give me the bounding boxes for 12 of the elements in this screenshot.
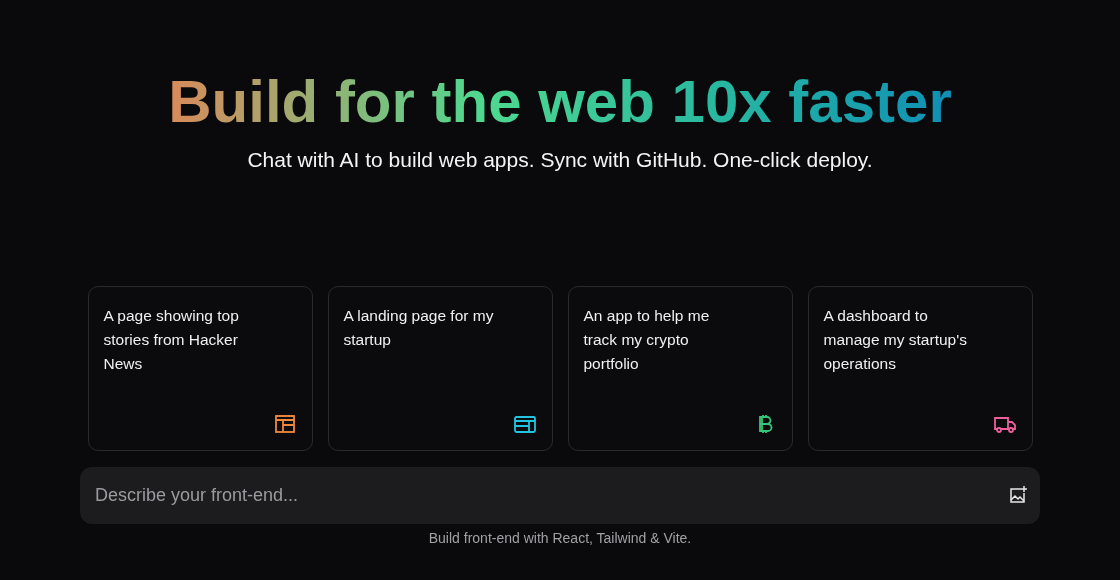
suggestion-text: An app to help me track my crypto portfolio [583,306,711,374]
suggestion-card[interactable]: An app to help me track my crypto portfolio [567,286,793,451]
prompt-field[interactable]: Describe your front-end... [80,467,1040,524]
suggestion-text: A page showing top stories from Hacker News [103,306,240,374]
footer-note: Build front-end with React, Tailwind & Vite. [428,530,692,546]
suggestion-card[interactable]: A page showing top stories from Hacker News [87,286,313,451]
suggestion-text: A dashboard to manage my startup's operations [823,306,968,374]
add-image-icon[interactable] [1008,485,1028,505]
hero-subtitle: Chat with AI to build web apps. Sync with GitHub. One-click deploy. [247,148,873,172]
suggestion-card[interactable]: A dashboard to manage my startup's operations [807,286,1033,451]
suggestion-card[interactable]: A landing page for my startup [327,286,553,451]
suggestion-text: A landing page for my startup [343,306,495,350]
